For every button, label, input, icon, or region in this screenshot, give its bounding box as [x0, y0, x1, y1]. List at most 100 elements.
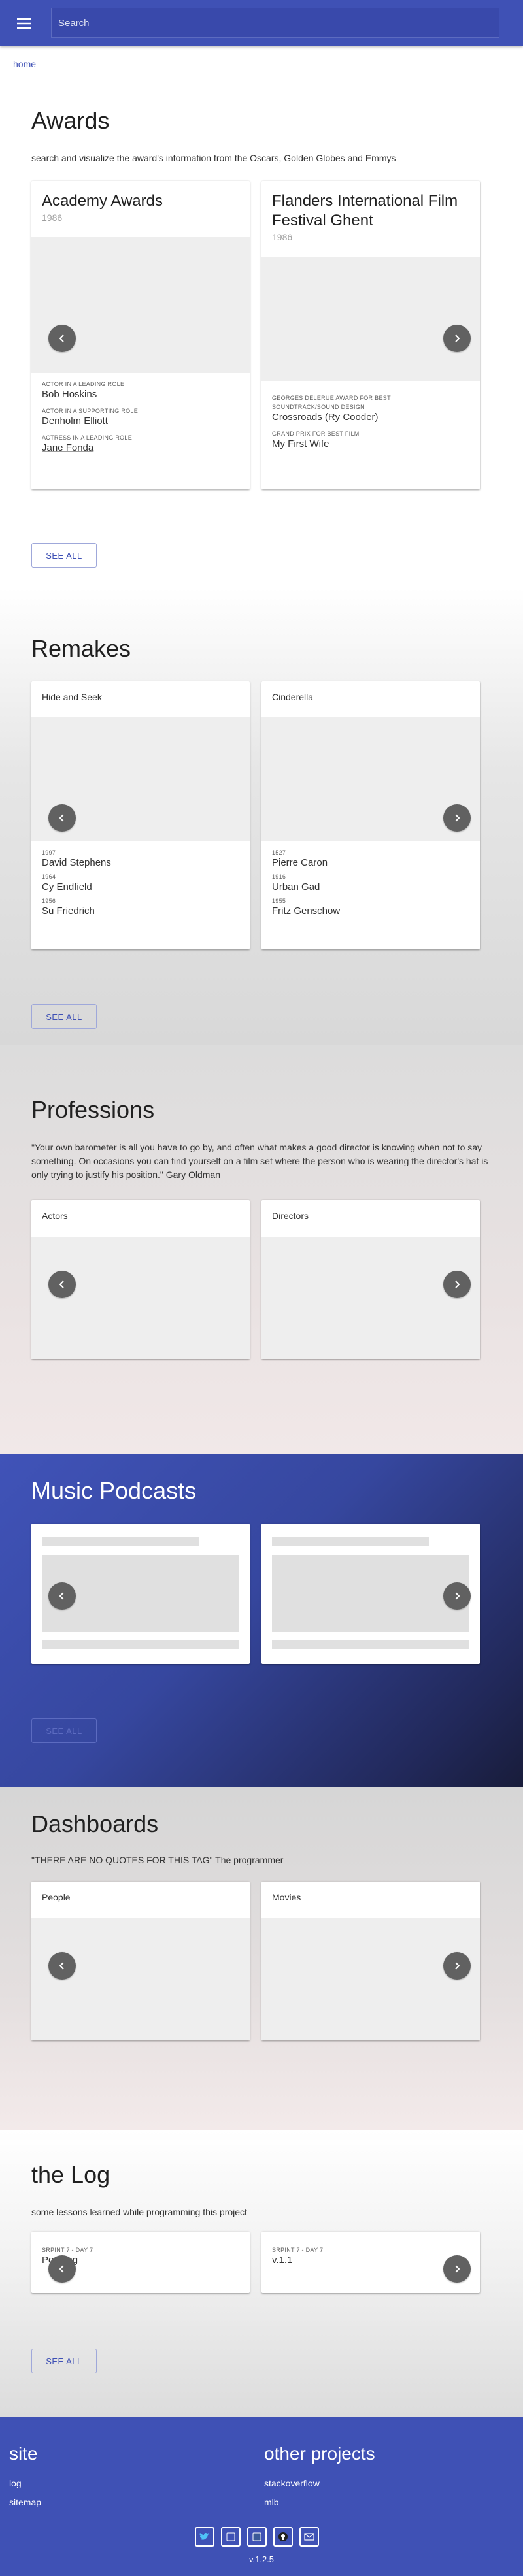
year-label: 1916 — [272, 873, 286, 880]
see-all-button[interactable]: SEE ALL — [31, 2349, 97, 2373]
see-all-button[interactable]: SEE ALL — [31, 1004, 97, 1029]
remake-card-title: Hide and Seek — [42, 692, 102, 702]
footer-link-mlb[interactable]: mlb — [264, 2497, 279, 2507]
site-footer: site log sitemap other projects stackove… — [0, 2417, 523, 2576]
next-button[interactable] — [443, 2255, 471, 2283]
award-card-title: Academy Awards — [42, 192, 163, 210]
prev-button[interactable] — [48, 1271, 76, 1298]
next-button[interactable] — [443, 804, 471, 832]
see-all-button[interactable]: SEE ALL — [31, 1718, 97, 1743]
prev-button[interactable] — [48, 1952, 76, 1980]
breadcrumb-home[interactable]: home — [13, 59, 36, 69]
card-media — [31, 1237, 250, 1359]
profession-card-directors[interactable]: Directors — [262, 1200, 480, 1359]
chevron-right-icon — [455, 1592, 460, 1600]
version-label: v.1.2.5 — [248, 2554, 275, 2564]
dashboard-card-title: People — [42, 1892, 71, 1902]
winner-link[interactable]: Jane Fonda — [42, 442, 239, 454]
list-item: SOUNDTRACK/SOUND DESIGN Crossroads (Ry Co… — [272, 403, 469, 423]
next-button[interactable] — [443, 325, 471, 352]
remake-list: 1997 David Stephens 1964 Cy Endfield 1956 S… — [42, 849, 239, 921]
remake-card-cinderella[interactable]: Cinderella 1527 Pierre Caron 1916 Urban Ga… — [262, 681, 480, 949]
dashboard-card-title: Movies — [272, 1892, 301, 1902]
list-item: ACTRESS IN A LEADING ROLE Jane Fonda — [42, 434, 239, 454]
twitter-icon — [199, 2532, 209, 2540]
footer-link-stackoverflow[interactable]: stackoverflow — [264, 2478, 320, 2488]
profession-card-actors[interactable]: Actors — [31, 1200, 250, 1359]
winner-link[interactable]: My First Wife — [272, 438, 469, 450]
list-item: ACTOR IN A LEADING ROLE Bob Hoskins — [42, 380, 239, 400]
next-button[interactable] — [443, 1582, 471, 1610]
dashboard-card-movies[interactable]: Movies — [262, 1882, 480, 2040]
year-label: 1955 — [272, 898, 286, 904]
award-card-year: 1986 — [272, 232, 293, 242]
dashboards-title: Dashboards — [31, 1810, 159, 1837]
list-item: GEORGES DELERUE AWARD FOR BEST — [272, 394, 469, 402]
facebook-icon — [252, 2532, 262, 2541]
director-name: Fritz Genschow — [272, 905, 341, 917]
prev-button[interactable] — [48, 2255, 76, 2283]
category-label: ACTRESS IN A LEADING ROLE — [42, 434, 133, 441]
award-list: ACTOR IN A LEADING ROLE Bob Hoskins ACTOR… — [42, 380, 239, 461]
profession-card-title: Directors — [272, 1211, 309, 1221]
category-label: ACTOR IN A LEADING ROLE — [42, 381, 125, 387]
remake-card-hide-and-seek[interactable]: Hide and Seek 1997 David Stephens 1964 Cy … — [31, 681, 250, 949]
facebook-button[interactable] — [247, 2527, 267, 2547]
chevron-right-icon — [455, 1280, 460, 1288]
list-item: 1956 Su Friedrich — [42, 897, 239, 917]
menu-button[interactable] — [9, 12, 39, 35]
chevron-left-icon — [59, 334, 64, 342]
linkedin-button[interactable] — [221, 2527, 241, 2547]
professions-section: Professions "Your own barometer is all y… — [0, 1045, 523, 1454]
chevron-right-icon — [455, 1962, 460, 1970]
github-button[interactable] — [273, 2527, 293, 2547]
search-input[interactable] — [52, 8, 499, 37]
list-item: 1955 Fritz Genschow — [272, 897, 469, 917]
award-card-flanders[interactable]: Flanders International Film Festival Ghe… — [262, 181, 480, 489]
year-label: 1964 — [42, 873, 56, 880]
award-card-academy[interactable]: Academy Awards 1986 ACTOR IN A LEADING R… — [31, 181, 250, 489]
footer-link-sitemap[interactable]: sitemap — [9, 2497, 41, 2507]
log-section: the Log some lessons learned while progr… — [0, 2130, 523, 2417]
twitter-button[interactable] — [195, 2527, 214, 2547]
dashboards-section: Dashboards "THERE ARE NO QUOTES FOR THIS… — [0, 1787, 523, 2130]
see-all-button[interactable]: SEE ALL — [31, 543, 97, 568]
log-card[interactable]: SRPINT 7 - DAY 7Pending — [31, 2232, 250, 2293]
professions-quote: "Your own barometer is all you have to g… — [31, 1142, 488, 1180]
list-item: 1997 David Stephens — [42, 849, 239, 869]
footer-link-log[interactable]: log — [9, 2478, 22, 2488]
next-button[interactable] — [443, 1271, 471, 1298]
hamburger-menu-icon — [17, 18, 31, 29]
music-title: Music Podcasts — [31, 1477, 197, 1504]
card-media — [262, 1237, 480, 1359]
winner-name: Crossroads (Ry Cooder) — [272, 412, 379, 423]
email-button[interactable] — [299, 2527, 319, 2547]
card-media — [262, 717, 480, 841]
director-name: David Stephens — [42, 857, 111, 868]
next-button[interactable] — [443, 1952, 471, 1980]
email-icon — [304, 2533, 314, 2541]
dashboard-card-people[interactable]: People — [31, 1882, 250, 2040]
year-label: 1956 — [42, 898, 56, 904]
professions-title: Professions — [31, 1096, 155, 1123]
remakes-section: Remakes Hide and Seek 1997 David Stephens… — [0, 588, 523, 1045]
skeleton-footer — [42, 1640, 239, 1649]
github-icon — [278, 2532, 288, 2541]
chevron-left-icon — [59, 1962, 64, 1970]
chevron-right-icon — [455, 814, 460, 822]
card-media — [31, 1918, 250, 2040]
remakes-title: Remakes — [31, 635, 131, 662]
chevron-left-icon — [59, 814, 64, 822]
director-name: Cy Endfield — [42, 881, 92, 892]
log-card[interactable]: SRPINT 7 - DAY 7 v.1.1 — [262, 2232, 480, 2293]
prev-button[interactable] — [48, 325, 76, 352]
podcast-card-placeholder[interactable] — [262, 1524, 480, 1664]
winner-link[interactable]: Denholm Elliott — [42, 415, 239, 427]
skeleton-title — [272, 1537, 429, 1546]
dashboards-quote: "THERE ARE NO QUOTES FOR THIS TAG" The p… — [31, 1855, 284, 1865]
prev-button[interactable] — [48, 804, 76, 832]
skeleton-footer — [272, 1640, 469, 1649]
sprint-label: SRPINT 7 - DAY 7 — [272, 2247, 324, 2253]
prev-button[interactable] — [48, 1582, 76, 1610]
podcast-card-placeholder[interactable] — [31, 1524, 250, 1664]
